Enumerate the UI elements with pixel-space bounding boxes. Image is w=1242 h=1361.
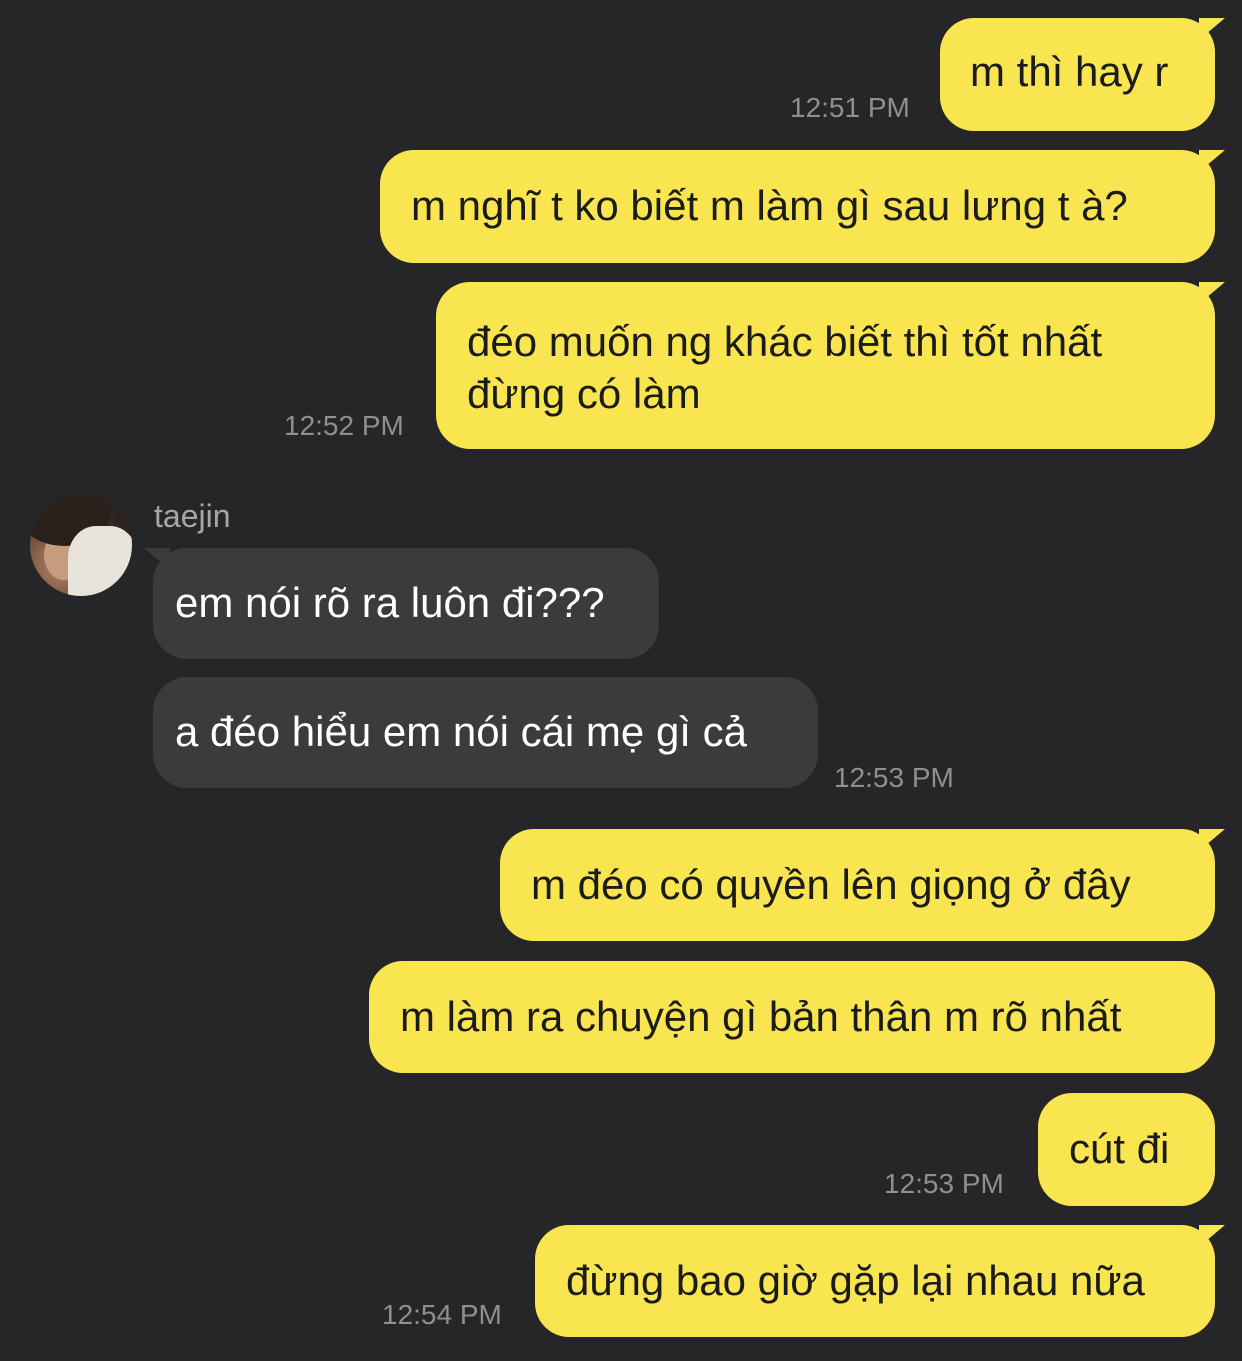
contact-avatar[interactable] [30,494,132,596]
message-timestamp: 12:53 PM [834,762,954,793]
message-timestamp: 12:53 PM [884,1168,1004,1199]
message-text: m đéo có quyền lên giọng ở đây [531,861,1131,908]
message-timestamp: 12:51 PM [790,92,910,123]
message-text: m nghĩ t ko biết m làm gì sau lưng t à? [411,182,1128,229]
incoming-message[interactable]: em nói rõ ra luôn đi??? [153,548,659,659]
outgoing-message[interactable]: m đéo có quyền lên giọng ở đây [500,829,1215,941]
message-timestamp: 12:54 PM [382,1299,502,1330]
outgoing-message[interactable]: cút đi [1038,1093,1215,1206]
message-text: cút đi [1069,1125,1170,1172]
message-text: m làm ra chuyện gì bản thân m rõ nhất [400,993,1122,1040]
message-text: a đéo hiểu em nói cái mẹ gì cả [175,708,748,755]
outgoing-message[interactable]: m thì hay r [940,18,1215,131]
message-text: m thì hay r [970,48,1169,95]
outgoing-message[interactable]: đừng bao giờ gặp lại nhau nữa [535,1225,1215,1337]
outgoing-message[interactable]: m làm ra chuyện gì bản thân m rõ nhất [369,961,1215,1073]
message-timestamp: 12:52 PM [284,410,404,441]
outgoing-message[interactable]: m nghĩ t ko biết m làm gì sau lưng t à? [380,150,1215,263]
message-text: đừng bao giờ gặp lại nhau nữa [566,1257,1145,1304]
message-text-line: đừng có làm [467,370,701,417]
message-text: em nói rõ ra luôn đi??? [175,579,605,626]
outgoing-message[interactable]: đéo muốn ng khác biết thì tốt nhất đừng … [436,282,1215,449]
sender-name: taejin [154,498,231,534]
incoming-message[interactable]: a đéo hiểu em nói cái mẹ gì cả [153,677,818,788]
message-text-line: đéo muốn ng khác biết thì tốt nhất [467,318,1103,365]
avatar-shirt-shape [68,526,132,596]
chat-conversation[interactable]: m thì hay r 12:51 PM m nghĩ t ko biết m … [0,0,1242,1361]
